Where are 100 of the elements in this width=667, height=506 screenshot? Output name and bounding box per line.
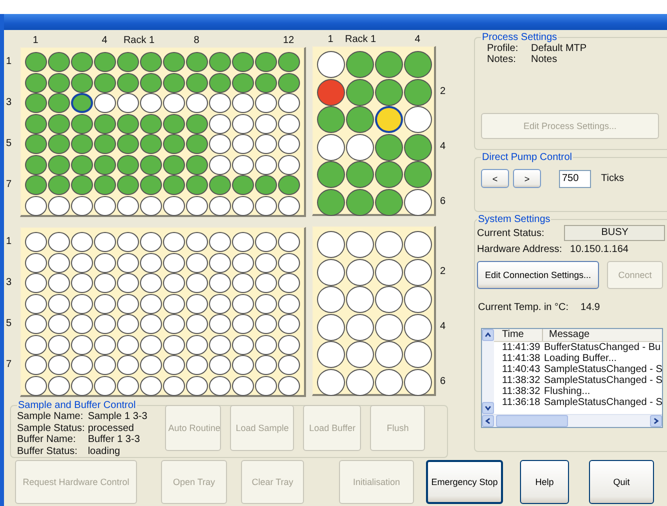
well[interactable] xyxy=(48,314,70,334)
well[interactable] xyxy=(317,286,345,313)
well[interactable] xyxy=(48,114,70,134)
well[interactable] xyxy=(209,314,231,334)
well[interactable] xyxy=(25,52,47,72)
well[interactable] xyxy=(255,175,277,195)
well[interactable] xyxy=(25,376,47,396)
well[interactable] xyxy=(25,232,47,252)
well[interactable] xyxy=(375,258,403,286)
well[interactable] xyxy=(404,51,432,78)
well[interactable] xyxy=(375,78,403,106)
column-header[interactable]: Time xyxy=(494,329,542,341)
well[interactable] xyxy=(48,294,70,314)
well[interactable] xyxy=(209,114,231,134)
well[interactable] xyxy=(317,314,345,340)
well[interactable] xyxy=(209,334,231,354)
well[interactable] xyxy=(278,314,300,334)
well[interactable] xyxy=(140,294,162,314)
well[interactable] xyxy=(278,355,300,375)
well[interactable] xyxy=(278,273,300,293)
well[interactable] xyxy=(94,334,116,354)
well[interactable] xyxy=(25,252,47,272)
well[interactable] xyxy=(278,134,300,154)
well[interactable] xyxy=(317,134,345,160)
well[interactable] xyxy=(163,294,185,314)
well[interactable] xyxy=(71,154,93,174)
well[interactable] xyxy=(186,376,208,396)
well[interactable] xyxy=(48,72,70,92)
well[interactable] xyxy=(232,334,254,354)
well[interactable] xyxy=(163,355,185,375)
well[interactable] xyxy=(163,314,185,334)
well[interactable] xyxy=(317,258,345,286)
well[interactable] xyxy=(163,232,185,252)
well[interactable] xyxy=(404,341,432,368)
well[interactable] xyxy=(232,72,254,92)
action-button[interactable]: Emergency Stop xyxy=(426,460,503,504)
well[interactable] xyxy=(278,72,300,92)
well[interactable] xyxy=(94,232,116,252)
well[interactable] xyxy=(94,154,116,174)
well[interactable] xyxy=(140,232,162,252)
well[interactable] xyxy=(209,376,231,396)
well[interactable] xyxy=(375,51,403,78)
well[interactable] xyxy=(71,134,93,154)
well[interactable] xyxy=(232,196,254,216)
well[interactable] xyxy=(255,376,277,396)
well[interactable] xyxy=(94,273,116,293)
well[interactable] xyxy=(186,334,208,354)
well[interactable] xyxy=(278,154,300,174)
well[interactable] xyxy=(71,196,93,216)
column-header[interactable]: Message xyxy=(542,329,590,341)
well[interactable] xyxy=(186,72,208,92)
well[interactable] xyxy=(404,78,432,106)
well[interactable] xyxy=(209,175,231,195)
well[interactable] xyxy=(163,52,185,72)
well[interactable] xyxy=(186,273,208,293)
well[interactable] xyxy=(71,93,93,113)
well[interactable] xyxy=(117,232,139,252)
well[interactable] xyxy=(255,134,277,154)
well[interactable] xyxy=(278,252,300,272)
well[interactable] xyxy=(48,376,70,396)
well[interactable] xyxy=(255,93,277,113)
well[interactable] xyxy=(25,273,47,293)
well[interactable] xyxy=(163,196,185,216)
well[interactable] xyxy=(232,376,254,396)
well[interactable] xyxy=(94,114,116,134)
scroll-down-icon[interactable] xyxy=(482,402,494,414)
well[interactable] xyxy=(140,196,162,216)
well[interactable] xyxy=(25,154,47,174)
well[interactable] xyxy=(117,376,139,396)
well[interactable] xyxy=(346,286,374,313)
well[interactable] xyxy=(117,294,139,314)
well[interactable] xyxy=(375,106,403,133)
well[interactable] xyxy=(163,376,185,396)
well[interactable] xyxy=(255,72,277,92)
well[interactable] xyxy=(278,52,300,72)
well[interactable] xyxy=(278,294,300,314)
well[interactable] xyxy=(71,72,93,92)
well[interactable] xyxy=(232,294,254,314)
well[interactable] xyxy=(186,196,208,216)
well[interactable] xyxy=(232,154,254,174)
well[interactable] xyxy=(375,161,403,188)
well[interactable] xyxy=(232,114,254,134)
well[interactable] xyxy=(94,175,116,195)
well[interactable] xyxy=(317,231,345,258)
well[interactable] xyxy=(317,368,345,396)
well[interactable] xyxy=(209,252,231,272)
well[interactable] xyxy=(48,175,70,195)
well[interactable] xyxy=(278,196,300,216)
well[interactable] xyxy=(117,314,139,334)
scroll-left-icon[interactable] xyxy=(482,415,494,427)
well[interactable] xyxy=(186,175,208,195)
well[interactable] xyxy=(25,114,47,134)
well[interactable] xyxy=(25,314,47,334)
well[interactable] xyxy=(140,114,162,134)
well[interactable] xyxy=(404,106,432,133)
well[interactable] xyxy=(209,294,231,314)
well[interactable] xyxy=(48,334,70,354)
well[interactable] xyxy=(255,294,277,314)
well[interactable] xyxy=(25,175,47,195)
well[interactable] xyxy=(209,196,231,216)
